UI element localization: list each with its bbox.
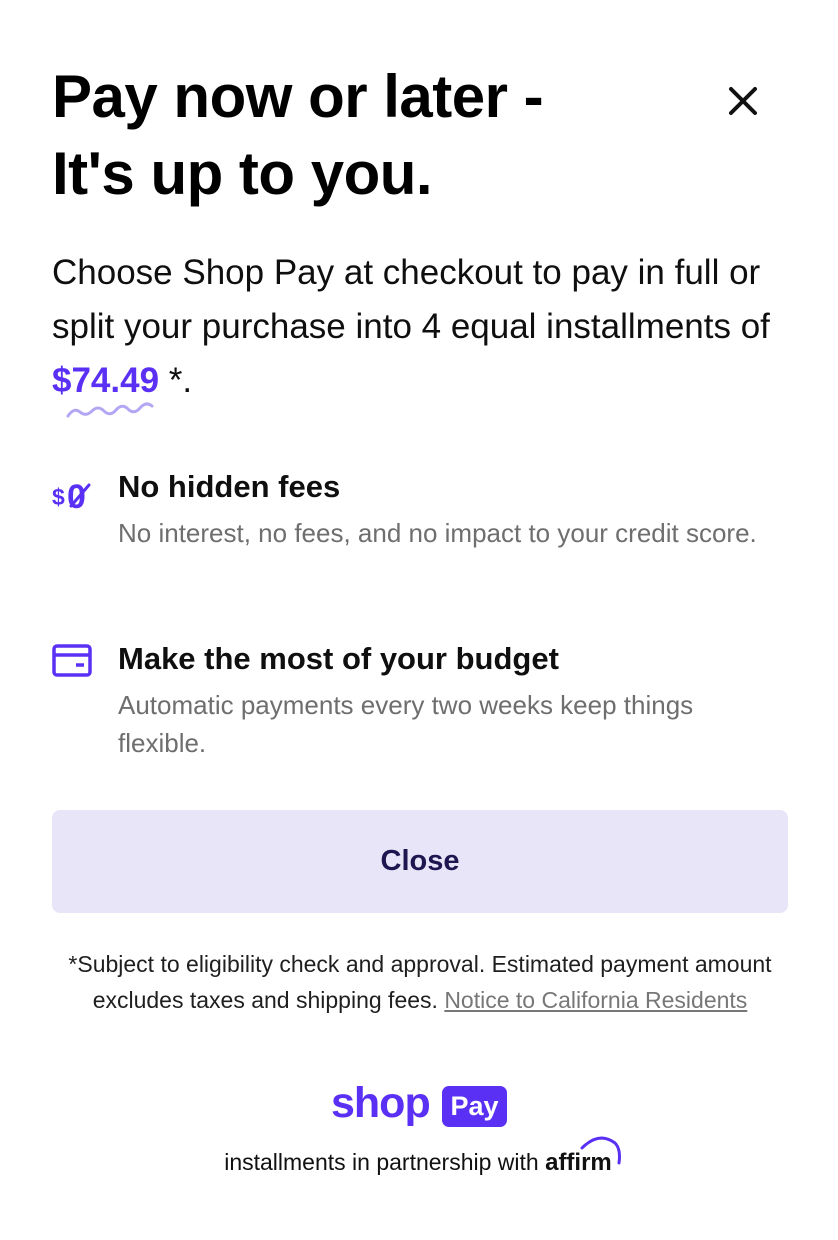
affirm-arc-icon xyxy=(580,1136,622,1165)
california-notice-link[interactable]: Notice to California Residents xyxy=(444,987,747,1013)
zero-dollar-icon-dollar: $ xyxy=(52,484,65,510)
close-icon[interactable] xyxy=(721,79,765,123)
feature-title: No hidden fees xyxy=(118,469,341,504)
feature-description: No interest, no fees, and no impact to y… xyxy=(118,518,757,548)
shop-pay-logo-pay: Pay xyxy=(442,1086,507,1127)
intro-text: Choose Shop Pay at checkout to pay in fu… xyxy=(52,246,797,418)
title-line-2: It's up to you. xyxy=(52,140,433,207)
close-button[interactable]: Close xyxy=(52,810,788,913)
installment-amount: $74.49 xyxy=(52,361,160,400)
affirm-logo: affirm xyxy=(545,1136,622,1185)
feature-title: Make the most of your budget xyxy=(118,641,559,676)
feature-budget: Make the most of your budget Automatic p… xyxy=(52,639,792,769)
modal-title: Pay now or later - It's up to you. xyxy=(52,58,672,212)
feature-no-hidden-fees: $ 0 No hidden fees No interest, no fees,… xyxy=(52,467,792,597)
credit-card-icon xyxy=(52,644,92,677)
zero-dollar-icon-zero: 0 xyxy=(67,478,86,516)
squiggle-underline-icon xyxy=(66,402,154,418)
feature-description: Automatic payments every two weeks keep … xyxy=(118,690,694,758)
partnership-line: installments in partnership with affirm xyxy=(0,1136,838,1185)
title-line-1: Pay now or later - xyxy=(52,63,544,130)
disclaimer: *Subject to eligibility check and approv… xyxy=(52,946,788,1018)
zero-dollar-icon: $ 0 xyxy=(52,478,91,516)
shop-pay-logo-shop: shop xyxy=(331,1079,431,1127)
intro-text-main: Choose Shop Pay at checkout to pay in fu… xyxy=(52,253,770,346)
partnership-text: installments in partnership with xyxy=(224,1149,546,1175)
installment-amount-wrap: $74.49 xyxy=(52,354,160,418)
intro-text-end: *. xyxy=(159,361,193,400)
